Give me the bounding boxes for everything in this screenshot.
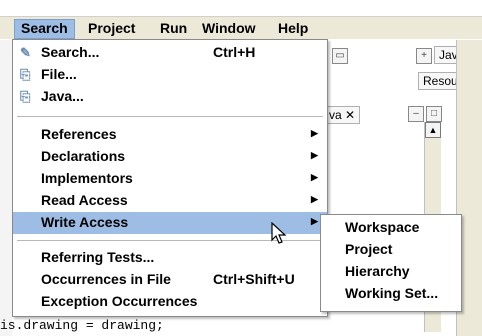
menu-help[interactable]: Help (272, 19, 314, 37)
menu-item-occurrences-in-file[interactable]: Occurrences in File Ctrl+Shift+U (13, 269, 327, 291)
submenu-item-label: Working Set... (345, 285, 439, 301)
menu-item-label: Declarations (41, 148, 126, 164)
submenu-arrow-icon: ▶ (311, 128, 318, 138)
menu-item-label: Search... (41, 44, 100, 60)
maximize-icon[interactable]: □ (426, 106, 442, 122)
menu-item-label: References (41, 126, 117, 142)
submenu-item-label: Workspace (345, 219, 420, 235)
menu-item-search[interactable]: ✎ Search... Ctrl+H (13, 42, 327, 64)
submenu-item-project[interactable]: Project (321, 239, 461, 261)
submenu-arrow-icon: ▶ (311, 216, 318, 226)
submenu-item-label: Project (345, 241, 393, 257)
menu-project[interactable]: Project (82, 19, 141, 37)
menu-search[interactable]: Search (14, 19, 75, 39)
menu-item-referring-tests[interactable]: Referring Tests... (13, 247, 327, 269)
menu-item-file[interactable]: ⎘ File... (13, 64, 327, 86)
java-search-icon: ⎘ (20, 89, 31, 104)
mouse-pointer-icon (271, 222, 287, 244)
menu-item-label: File... (41, 66, 77, 82)
menu-separator (17, 116, 323, 117)
menu-item-java[interactable]: ⎘ Java... (13, 86, 327, 108)
editor-tab-label: va (329, 108, 342, 122)
submenu-arrow-icon: ▶ (311, 194, 318, 204)
file-search-icon: ⎘ (20, 67, 31, 82)
submenu-item-label: Hierarchy (345, 263, 410, 279)
submenu-arrow-icon: ▶ (311, 172, 318, 182)
menu-window[interactable]: Window (196, 19, 262, 37)
search-flashlight-icon: ✎ (20, 45, 31, 60)
open-perspective-icon[interactable]: + (416, 48, 432, 64)
toolbar-button-icon[interactable]: ▭ (332, 48, 348, 64)
submenu-item-working-set[interactable]: Working Set... (321, 283, 461, 305)
menu-item-label: Exception Occurrences (41, 293, 198, 309)
editor-tab[interactable]: va ✕ (324, 106, 361, 124)
menu-item-shortcut: Ctrl+H (213, 44, 256, 60)
submenu-item-workspace[interactable]: Workspace (321, 217, 461, 239)
scroll-up-icon[interactable]: ▲ (425, 122, 441, 138)
menu-item-label: Write Access (41, 214, 129, 230)
minimize-icon[interactable]: – (408, 106, 424, 122)
menu-item-implementors[interactable]: Implementors ▶ (13, 168, 327, 190)
menu-item-label: Implementors (41, 170, 133, 186)
menu-item-label: Java... (41, 88, 84, 104)
title-strip (0, 0, 482, 17)
menu-item-read-access[interactable]: Read Access ▶ (13, 190, 327, 212)
search-menu: ✎ Search... Ctrl+H ⎘ File... ⎘ Java... R… (12, 39, 328, 317)
menu-item-exception-occurrences[interactable]: Exception Occurrences (13, 291, 327, 313)
menu-item-declarations[interactable]: Declarations ▶ (13, 146, 327, 168)
menubar: Search Project Run Window Help (0, 17, 482, 39)
menu-item-shortcut: Ctrl+Shift+U (213, 271, 295, 287)
menu-item-label: Occurrences in File (41, 271, 171, 287)
code-line: is.drawing = drawing; (0, 318, 164, 333)
menu-run[interactable]: Run (154, 19, 193, 37)
menu-item-label: Read Access (41, 192, 128, 208)
menu-item-references[interactable]: References ▶ (13, 124, 327, 146)
submenu-item-hierarchy[interactable]: Hierarchy (321, 261, 461, 283)
write-access-submenu: Workspace Project Hierarchy Working Set.… (320, 214, 462, 312)
submenu-arrow-icon: ▶ (311, 150, 318, 160)
menu-item-label: Referring Tests... (41, 249, 155, 265)
editor-ruler (0, 40, 12, 336)
